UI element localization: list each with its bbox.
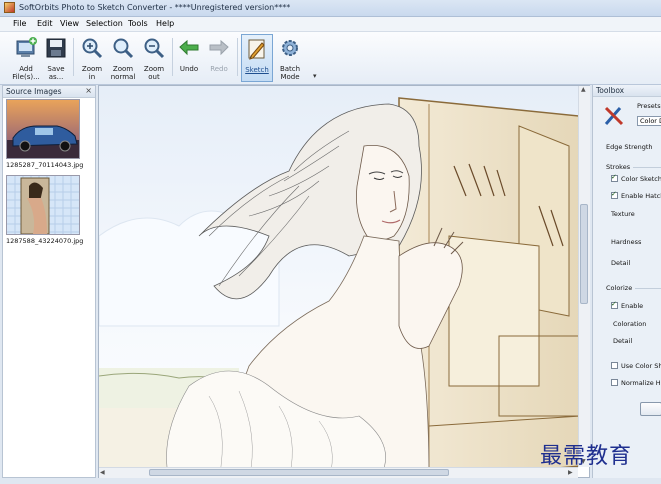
- scroll-right-arrow-icon[interactable]: ▶: [568, 469, 573, 476]
- car-photo-thumbnail: [7, 100, 79, 158]
- gear-icon: [282, 40, 298, 56]
- use-color-shift-checkbox[interactable]: [611, 362, 618, 369]
- toolbox-action-button[interactable]: [640, 402, 661, 416]
- zoom-normal-button[interactable]: Zoom normal: [108, 34, 138, 82]
- undo-label: Undo: [179, 65, 199, 73]
- source-images-header: Source Images ×: [3, 86, 95, 98]
- toolbar-separator: [237, 38, 238, 76]
- batch-mode-button[interactable]: Batch Mode: [275, 34, 305, 82]
- add-files-button[interactable]: Add File(s)...: [8, 34, 44, 82]
- vertical-scroll-thumb[interactable]: [580, 204, 588, 304]
- scroll-up-arrow-icon[interactable]: ▲: [581, 86, 586, 93]
- watermark-text: 最需教育: [540, 444, 633, 469]
- colorize-enable-label: Enable: [621, 302, 644, 310]
- sketch-pencil-icon: [248, 39, 265, 60]
- menu-bar: File Edit View Selection Tools Help: [0, 17, 661, 32]
- save-as-label: Save as...: [47, 65, 65, 81]
- menu-selection[interactable]: Selection: [86, 19, 123, 28]
- group-divider: [635, 288, 661, 289]
- menu-view[interactable]: View: [60, 19, 79, 28]
- group-divider: [633, 167, 661, 168]
- presets-dropdown[interactable]: Color Dr: [637, 116, 661, 126]
- edge-strength-label: Edge Strength: [606, 143, 653, 151]
- normalize-histogram-label: Normalize Hist: [621, 379, 661, 387]
- source-image-thumbnail[interactable]: [6, 99, 80, 159]
- brushes-icon: [604, 106, 624, 126]
- batch-mode-label: Batch Mode: [279, 65, 301, 81]
- normalize-histogram-checkbox[interactable]: [611, 379, 618, 386]
- redo-arrow-icon: [209, 39, 229, 56]
- save-as-button[interactable]: Save as...: [42, 34, 70, 82]
- app-icon: [4, 2, 15, 13]
- detail-label: Detail: [611, 259, 631, 267]
- zoom-out-button[interactable]: Zoom out: [140, 34, 168, 82]
- strokes-group-label: Strokes: [606, 163, 631, 171]
- zoom-normal-label: Zoom normal: [110, 65, 136, 81]
- menu-tools[interactable]: Tools: [128, 19, 148, 28]
- add-files-label: Add File(s)...: [12, 65, 40, 81]
- horizontal-scroll-thumb[interactable]: [149, 469, 449, 476]
- menu-help[interactable]: Help: [156, 19, 174, 28]
- zoom-out-icon: [144, 38, 165, 59]
- toolbox-panel: Toolbox Presets Color Dr Edge Strength S…: [592, 85, 661, 478]
- redo-button[interactable]: Redo: [206, 34, 232, 82]
- toolbar-separator: [172, 38, 173, 76]
- zoom-in-button[interactable]: Zoom in: [78, 34, 106, 82]
- title-bar: SoftOrbits Photo to Sketch Converter - *…: [0, 0, 661, 17]
- zoom-in-icon: [82, 38, 103, 59]
- horizontal-scrollbar[interactable]: ◀ ▶: [99, 467, 578, 478]
- sketch-button[interactable]: Sketch: [241, 34, 273, 82]
- source-image-thumbnail[interactable]: [6, 175, 80, 235]
- sketch-label: Sketch: [245, 66, 269, 74]
- woman-photo-thumbnail: [7, 176, 79, 234]
- enable-hatch-label: Enable Hatch: [621, 192, 661, 200]
- coloration-label: Coloration: [613, 320, 647, 328]
- colorize-group-label: Colorize: [606, 284, 633, 292]
- hardness-label: Hardness: [611, 238, 642, 246]
- undo-button[interactable]: Undo: [176, 34, 202, 82]
- add-files-icon: [16, 37, 37, 57]
- sketch-preview-image: [99, 86, 589, 477]
- undo-arrow-icon: [179, 39, 199, 56]
- menu-edit[interactable]: Edit: [37, 19, 53, 28]
- scroll-left-arrow-icon[interactable]: ◀: [100, 469, 105, 476]
- color-sketch-checkbox[interactable]: [611, 173, 618, 182]
- enable-hatch-checkbox[interactable]: [611, 190, 618, 199]
- zoom-out-label: Zoom out: [143, 65, 165, 81]
- vertical-scrollbar[interactable]: ▲ ▼: [578, 86, 590, 467]
- use-color-shift-label: Use Color Shi: [621, 362, 661, 370]
- source-image-caption: 1285287_70114043.jpg: [6, 161, 84, 169]
- window-title: SoftOrbits Photo to Sketch Converter - *…: [19, 3, 291, 12]
- zoom-in-label: Zoom in: [81, 65, 103, 81]
- close-icon[interactable]: ×: [85, 86, 92, 95]
- colorize-enable-checkbox[interactable]: [611, 300, 618, 309]
- source-image-caption: 1287588_43224070.jpg: [6, 237, 84, 245]
- source-images-title: Source Images: [6, 87, 62, 96]
- toolbar-separator: [73, 38, 74, 76]
- toolbar-overflow-chevron[interactable]: ▾: [313, 72, 317, 80]
- toolbox-title: Toolbox: [596, 86, 625, 95]
- colorize-detail-label: Detail: [613, 337, 633, 345]
- menu-file[interactable]: File: [13, 19, 26, 28]
- texture-label: Texture: [611, 210, 635, 218]
- source-images-panel: Source Images × 1285287_70114043.jpg 128…: [2, 85, 96, 478]
- presets-label: Presets: [637, 102, 661, 110]
- toolbar: Add File(s)... Save as... Zoom in Zoom n…: [0, 32, 661, 85]
- zoom-normal-icon: [113, 38, 134, 59]
- color-sketch-label: Color Sketch: [621, 175, 661, 183]
- save-icon: [46, 38, 66, 58]
- toolbox-header: Toolbox: [593, 85, 661, 97]
- redo-label: Redo: [210, 65, 228, 73]
- sketch-canvas[interactable]: [98, 85, 590, 478]
- status-bar: [98, 478, 661, 484]
